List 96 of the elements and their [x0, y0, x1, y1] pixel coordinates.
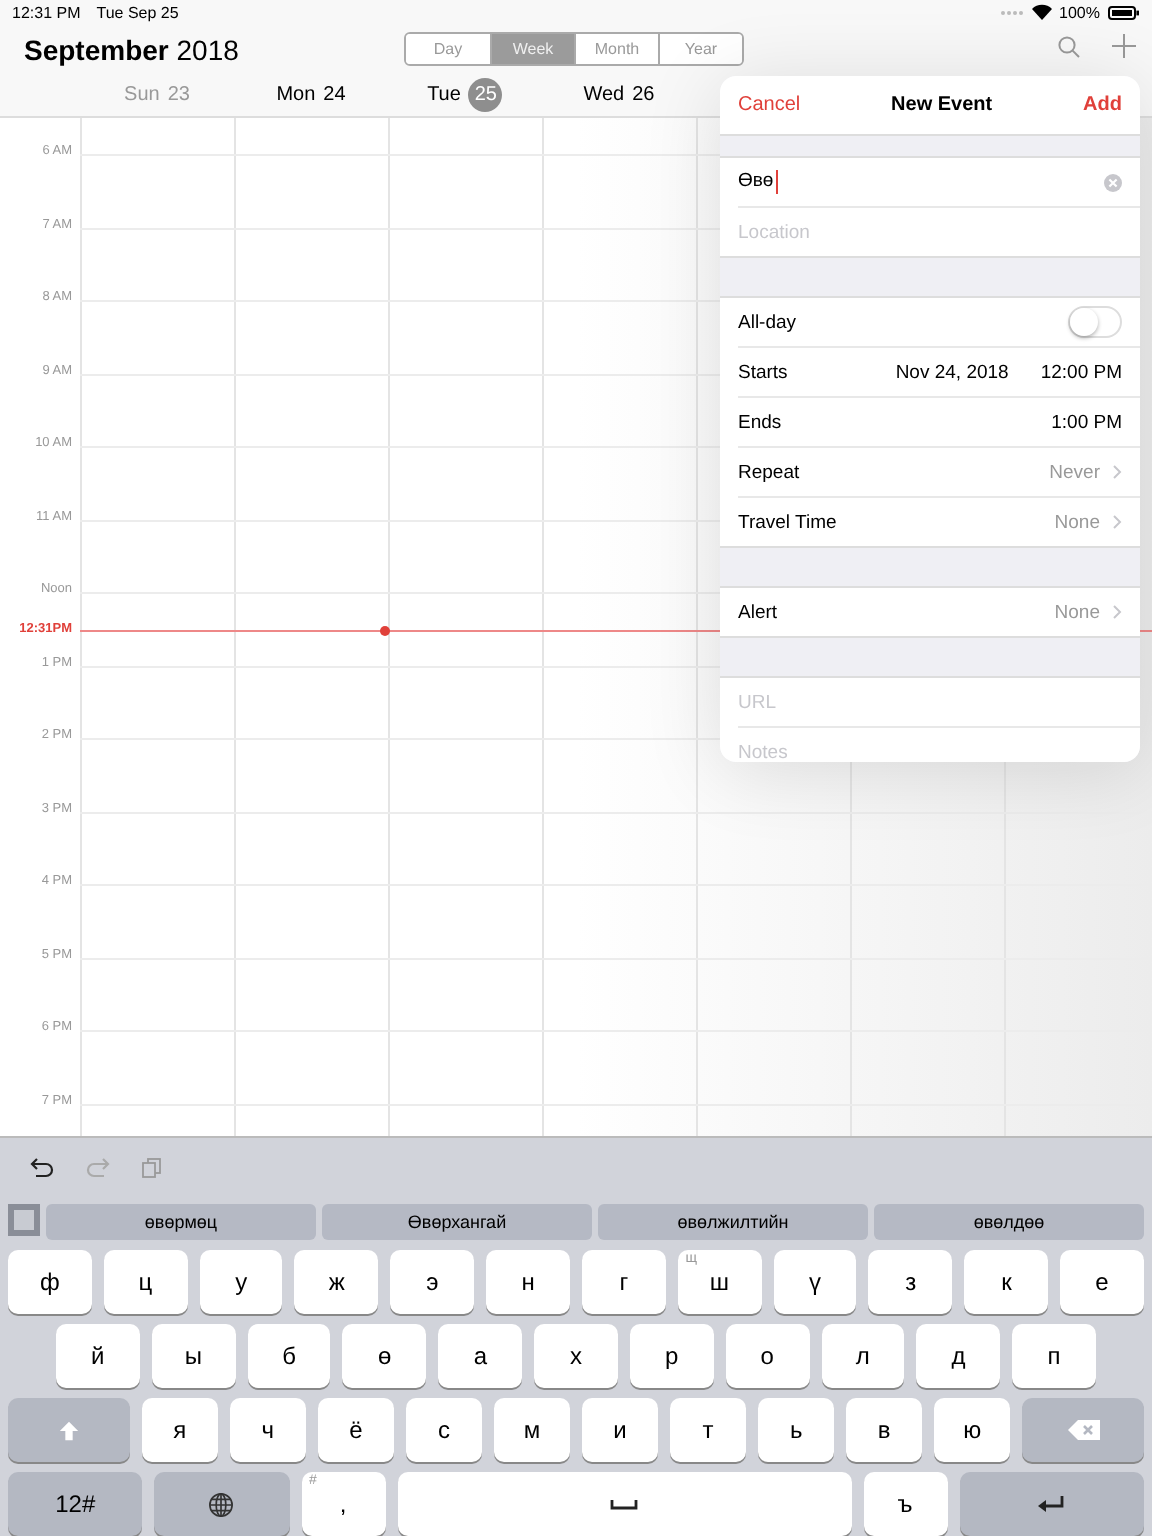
- key[interactable]: а: [438, 1324, 523, 1388]
- text-field[interactable]: URL: [738, 691, 1122, 713]
- delete-icon: [1067, 1420, 1100, 1440]
- popover-title: New Event: [891, 94, 993, 116]
- day-name: Wed: [583, 84, 625, 106]
- key[interactable]: г: [581, 1250, 666, 1314]
- key[interactable]: ы: [151, 1324, 236, 1388]
- row-label: Ends: [738, 411, 782, 433]
- signal-icon: [999, 9, 1024, 15]
- day-name: Tue: [427, 84, 461, 106]
- suggestion[interactable]: өвөлжилтийн: [598, 1204, 868, 1240]
- chevron-icon: [1112, 514, 1122, 530]
- time-value[interactable]: 12:00 PM: [1040, 361, 1122, 383]
- suggestion[interactable]: Өвөрхангай: [322, 1204, 592, 1240]
- key[interactable]: ө: [342, 1324, 427, 1388]
- row-label: Alert: [738, 601, 778, 623]
- row-value: None: [1054, 601, 1100, 623]
- chevron-icon: [1112, 464, 1122, 480]
- return-key[interactable]: [959, 1472, 1144, 1536]
- suggestion[interactable]: өвөрмөц: [46, 1204, 316, 1240]
- key[interactable]: и: [582, 1398, 659, 1462]
- status-date: Tue Sep 25: [96, 3, 179, 21]
- search-icon[interactable]: [1058, 35, 1080, 57]
- delete-key[interactable]: [1022, 1398, 1144, 1462]
- shift-icon: [57, 1419, 80, 1441]
- row-label: All-day: [738, 311, 797, 333]
- key[interactable]: м: [493, 1398, 570, 1462]
- wifi-icon: [1031, 4, 1052, 20]
- text-field[interactable]: Location: [738, 221, 1122, 243]
- add-icon[interactable]: [1112, 34, 1136, 58]
- return-icon: [1038, 1496, 1065, 1512]
- day-name: Mon: [276, 84, 316, 106]
- key[interactable]: я: [141, 1398, 218, 1462]
- clear-icon[interactable]: [1104, 173, 1122, 191]
- key[interactable]: э: [390, 1250, 475, 1314]
- key[interactable]: в: [846, 1398, 923, 1462]
- key[interactable]: р: [629, 1324, 714, 1388]
- key[interactable]: л: [821, 1324, 905, 1388]
- key[interactable]: з: [868, 1250, 953, 1314]
- key[interactable]: д: [916, 1324, 1001, 1388]
- shift-key[interactable]: [8, 1398, 130, 1462]
- day-number: 26: [632, 84, 655, 106]
- space-key[interactable]: [397, 1472, 851, 1536]
- row-label: Starts: [738, 361, 788, 383]
- key[interactable]: п: [1012, 1324, 1096, 1388]
- paste-icon[interactable]: [142, 1158, 162, 1178]
- numbers-key[interactable]: 12#: [8, 1472, 143, 1536]
- day-number: 23: [167, 84, 190, 106]
- row-label: Repeat: [738, 461, 800, 483]
- current-time-dot: [380, 625, 390, 635]
- add-button[interactable]: Add: [1083, 94, 1122, 116]
- key[interactable]: б: [247, 1324, 331, 1388]
- key[interactable]: ъ: [863, 1472, 948, 1536]
- row-value: Never: [1049, 461, 1100, 483]
- all-day-switch[interactable]: [1068, 306, 1122, 338]
- key[interactable]: е: [1060, 1250, 1144, 1314]
- key[interactable]: н: [486, 1250, 570, 1314]
- globe-icon: [208, 1491, 235, 1517]
- battery-level: 100%: [1059, 3, 1100, 21]
- title-field[interactable]: Өвө: [738, 170, 778, 194]
- text-field[interactable]: Notes: [738, 741, 1122, 762]
- key[interactable]: ё: [317, 1398, 394, 1462]
- key[interactable]: с: [405, 1398, 482, 1462]
- key[interactable]: т: [670, 1398, 747, 1462]
- key[interactable]: х: [534, 1324, 618, 1388]
- time-value[interactable]: 1:00 PM: [1051, 411, 1122, 433]
- space-icon: [610, 1499, 639, 1509]
- settings-row[interactable]: Repeat Never: [738, 446, 1140, 496]
- date-value[interactable]: Nov 24, 2018: [895, 361, 1009, 383]
- status-time: 12:31 PM: [12, 3, 81, 21]
- settings-row[interactable]: Travel Time None: [738, 496, 1140, 546]
- key[interactable]: ь: [758, 1398, 835, 1462]
- month-title: September 2018: [24, 33, 241, 65]
- key[interactable]: ү: [773, 1250, 857, 1314]
- key[interactable]: ж: [294, 1250, 379, 1314]
- battery-icon: [1108, 5, 1140, 19]
- globe-key[interactable]: [154, 1472, 289, 1536]
- key[interactable]: к: [964, 1250, 1049, 1314]
- day-number: 24: [323, 84, 346, 106]
- row-value: None: [1054, 511, 1100, 533]
- key[interactable]: ц: [103, 1250, 188, 1314]
- today-badge: 25: [468, 78, 503, 112]
- day-name: Sun: [124, 84, 160, 106]
- redo-icon[interactable]: [86, 1158, 110, 1178]
- key[interactable]: ю: [934, 1398, 1011, 1462]
- suggestion[interactable]: өвөлдөө: [874, 1204, 1144, 1240]
- key[interactable]: у: [199, 1250, 283, 1314]
- cancel-button[interactable]: Cancel: [738, 94, 801, 116]
- key[interactable]: о: [725, 1324, 809, 1388]
- key[interactable]: ф: [8, 1250, 92, 1314]
- key[interactable]: й: [56, 1324, 140, 1388]
- chevron-icon: [1112, 604, 1122, 620]
- undo-icon[interactable]: [30, 1158, 54, 1178]
- key[interactable]: ч: [229, 1398, 306, 1462]
- row-label: Travel Time: [738, 511, 837, 533]
- keyboard-toggle-icon[interactable]: [8, 1204, 40, 1236]
